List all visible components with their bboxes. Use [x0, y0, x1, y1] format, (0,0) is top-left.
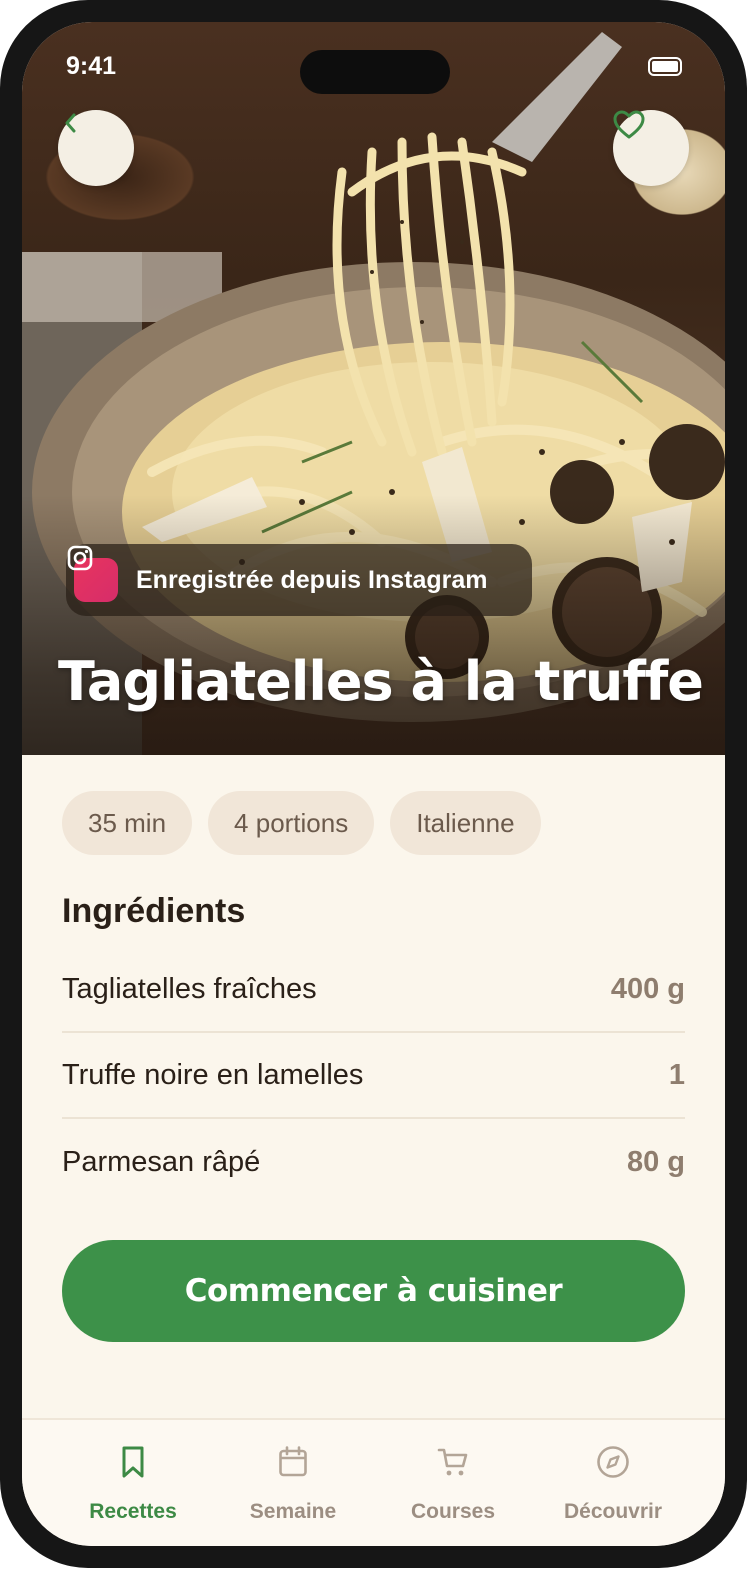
ingredient-name: Parmesan râpé [62, 1145, 261, 1178]
screen: 9:41 Enregistrée depuis Instagram Taglia… [22, 22, 725, 1546]
ingredient-name: Tagliatelles fraîches [62, 972, 317, 1005]
ingredients-list: Tagliatelles fraîches 400 g Truffe noire… [62, 947, 685, 1205]
hero-shade [22, 495, 725, 755]
source-badge: Enregistrée depuis Instagram [66, 544, 532, 616]
instagram-icon [67, 545, 118, 602]
ingredient-quantity: 1 [668, 1058, 685, 1091]
start-cooking-button[interactable]: Commencer à cuisiner [62, 1240, 685, 1342]
tag-servings: 4 portions [208, 791, 375, 855]
tab-courses[interactable]: Courses [378, 1442, 528, 1524]
tab-label: Recettes [89, 1500, 177, 1523]
ingredient-row: Parmesan râpé 80 g [62, 1119, 685, 1205]
ingredient-quantity: 80 g [626, 1145, 685, 1178]
ingredients-title: Ingrédients [62, 892, 246, 930]
ingredient-name: Truffe noire en lamelles [62, 1058, 364, 1091]
source-label: Enregistrée depuis Instagram [136, 565, 488, 594]
status-time: 9:41 [66, 52, 117, 80]
compass-icon [596, 1442, 630, 1482]
cart-icon [437, 1442, 469, 1482]
battery-icon [648, 57, 682, 76]
tab-decouvrir[interactable]: Découvrir [538, 1442, 688, 1524]
tab-semaine[interactable]: Semaine [218, 1442, 368, 1524]
ingredient-row: Tagliatelles fraîches 400 g [62, 947, 685, 1033]
recipe-tags: 35 min 4 portions Italienne [62, 791, 541, 855]
tab-bar: Recettes Semaine Courses Découvrir [22, 1418, 725, 1546]
calendar-icon [278, 1442, 308, 1482]
recipe-hero-image: 9:41 Enregistrée depuis Instagram Taglia… [22, 22, 725, 755]
phone-frame: 9:41 Enregistrée depuis Instagram Taglia… [0, 0, 747, 1568]
tag-cuisine: Italienne [390, 791, 541, 855]
chevron-left-icon [65, 113, 76, 133]
dynamic-island [300, 50, 450, 94]
tab-label: Découvrir [563, 1500, 663, 1523]
favorite-button[interactable] [613, 110, 689, 186]
tab-label: Courses [410, 1500, 496, 1523]
tab-recettes[interactable]: Recettes [58, 1442, 208, 1524]
ingredient-row: Truffe noire en lamelles 1 [62, 1033, 685, 1119]
ingredient-quantity: 400 g [610, 972, 685, 1005]
tag-duration: 35 min [62, 791, 193, 855]
bookmark-icon [120, 1442, 146, 1482]
heart-icon [613, 110, 645, 139]
tab-label: Semaine [249, 1500, 337, 1523]
back-button[interactable] [58, 110, 134, 186]
recipe-title: Tagliatelles à la truffe [58, 650, 704, 713]
